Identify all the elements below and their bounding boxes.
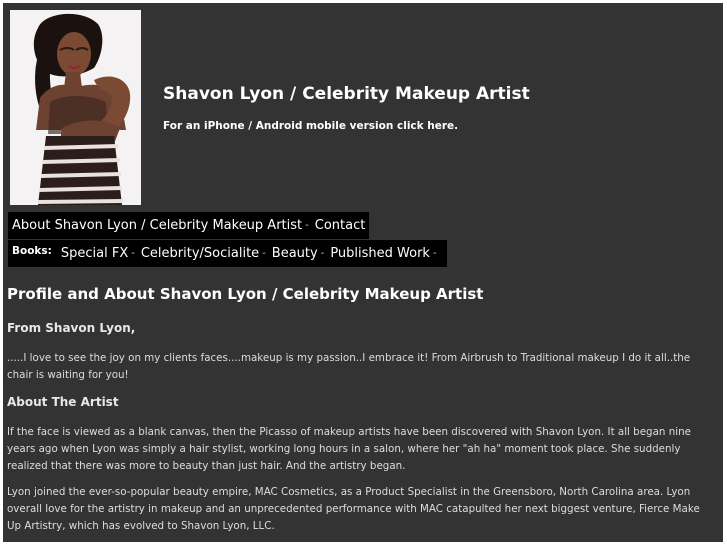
nav-separator: - [432, 248, 437, 259]
books-label: Books: [12, 244, 52, 257]
main-content: Profile and About Shavon Lyon / Celebrit… [7, 285, 715, 532]
portrait-photo [10, 10, 141, 205]
nav-separator: - [320, 248, 325, 259]
nav-item-special-fx[interactable]: Special FX [61, 246, 128, 261]
nav-item-published-work[interactable]: Published Work [330, 246, 430, 261]
from-heading: From Shavon Lyon, [7, 321, 136, 335]
site-title: Shavon Lyon / Celebrity Makeup Artist [163, 84, 530, 104]
site-header: Shavon Lyon / Celebrity Makeup Artist Fo… [8, 8, 713, 206]
nav-separator: - [262, 248, 266, 259]
nav-item-beauty[interactable]: Beauty [272, 246, 318, 261]
books-nav: Books: Special FX - Celebrity/Socialite … [8, 240, 447, 267]
about-heading: About The Artist [7, 395, 119, 409]
intro-paragraph: .....I love to see the joy on my clients… [7, 352, 691, 381]
nav-item-contact[interactable]: Contact [315, 218, 366, 233]
nav-item-celebrity-socialite[interactable]: Celebrity/Socialite [141, 246, 259, 261]
nav-separator: - [305, 220, 309, 231]
portrait-illustration [10, 10, 141, 205]
page-title: Profile and About Shavon Lyon / Celebrit… [7, 285, 484, 303]
about-paragraph-1: If the face is viewed as a blank canvas,… [7, 426, 691, 472]
main-nav: About Shavon Lyon / Celebrity Makeup Art… [8, 212, 370, 239]
mobile-version-link[interactable]: For an iPhone / Android mobile version c… [163, 120, 458, 132]
nav-separator: - [131, 248, 135, 259]
about-paragraph-2: Lyon joined the ever-so-popular beauty e… [7, 486, 700, 532]
page-frame: Shavon Lyon / Celebrity Makeup Artist Fo… [3, 3, 723, 542]
nav-item-about[interactable]: About Shavon Lyon / Celebrity Makeup Art… [12, 218, 302, 233]
